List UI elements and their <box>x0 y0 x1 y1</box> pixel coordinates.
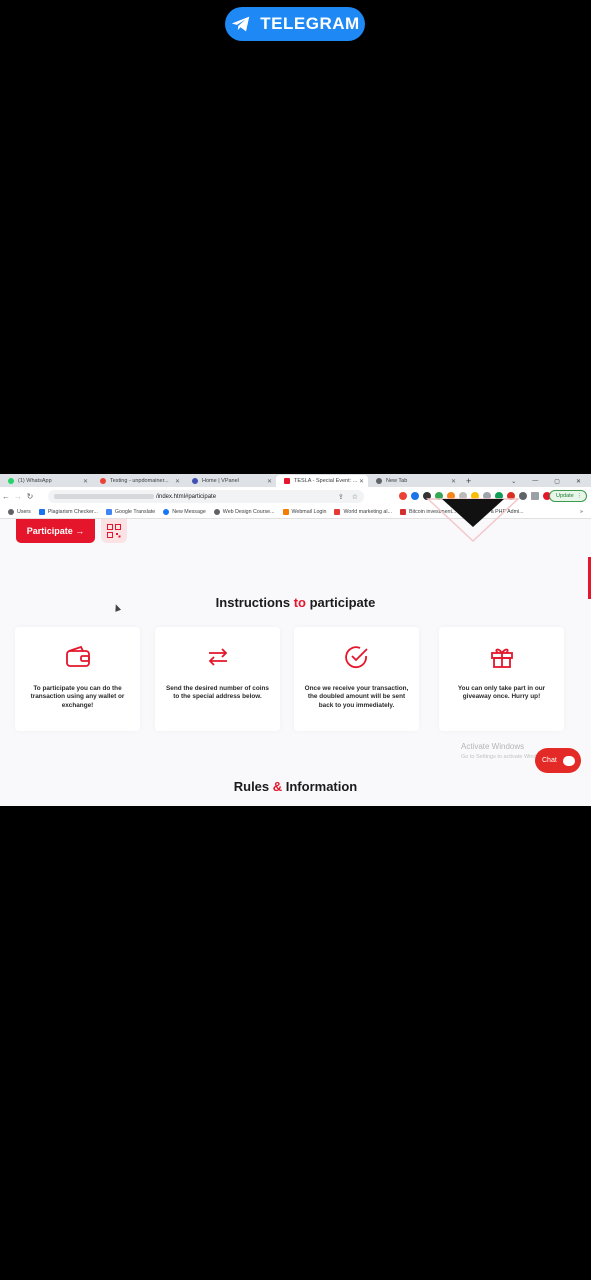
tab-whatsapp[interactable]: (1) WhatsApp ✕ <box>0 475 92 487</box>
tab-label: Home | VPanel <box>202 478 239 484</box>
bookmark-icon <box>8 509 14 515</box>
page-content: Participate → Instructions to participat… <box>0 498 591 806</box>
section-title: Instructions to participate <box>0 595 591 610</box>
bookmark-icon <box>163 509 170 515</box>
chat-bubble-icon <box>562 755 575 766</box>
instruction-card: Once we receive your transaction, the do… <box>294 627 419 731</box>
maximize-icon[interactable]: ▢ <box>554 478 560 485</box>
telegram-badge: TELEGRAM <box>225 7 365 41</box>
bookmark-item[interactable]: Users <box>8 509 31 515</box>
instruction-card: You can only take part in our giveaway o… <box>439 627 564 731</box>
star-icon[interactable]: ☆ <box>352 493 358 501</box>
forward-icon[interactable]: → <box>12 492 24 501</box>
card-text: You can only take part in our giveaway o… <box>457 685 546 701</box>
bookmark-label: World marketing al... <box>343 509 392 515</box>
bookmark-label: Webmail Login <box>291 509 327 515</box>
update-label: Update <box>556 493 574 499</box>
title-part: Information <box>282 779 358 794</box>
close-tab-icon[interactable]: ✕ <box>267 478 272 485</box>
back-icon[interactable]: ← <box>0 492 12 501</box>
bookmark-item[interactable]: New Message <box>163 509 206 515</box>
chat-label: Chat <box>542 757 557 764</box>
hero-graphic <box>426 498 520 543</box>
update-button[interactable]: Update ⋮ <box>549 490 587 502</box>
tab-vpanel[interactable]: Home | VPanel ✕ <box>184 475 276 487</box>
menu-dots-icon: ⋮ <box>576 493 583 499</box>
bookmark-label: Users <box>17 509 31 515</box>
rules-title: Rules & Information <box>0 779 591 794</box>
qr-code-icon <box>107 524 121 538</box>
instruction-card: Send the desired number of coins to the … <box>155 627 280 731</box>
bookmark-item[interactable]: Webmail Login <box>282 509 327 515</box>
bookmark-label: New Message <box>172 509 206 515</box>
tab-gmail[interactable]: Testing - unpdomainer... ✕ <box>92 475 184 487</box>
title-part: Rules <box>233 779 273 794</box>
instruction-cards: To participate you can do the transactio… <box>15 627 585 731</box>
instruction-card: To participate you can do the transactio… <box>15 627 140 731</box>
gift-icon <box>490 648 513 668</box>
windows-watermark-title: Activate Windows <box>461 742 525 751</box>
check-circle-icon <box>344 646 368 669</box>
title-accent: & <box>272 779 283 794</box>
minimize-icon[interactable]: — <box>532 478 538 484</box>
participate-button[interactable]: Participate → <box>16 519 95 543</box>
tab-label: New Tab <box>386 478 408 484</box>
telegram-icon <box>232 16 250 32</box>
telegram-label: TELEGRAM <box>260 14 360 33</box>
bookmark-icon <box>282 509 289 515</box>
chat-button[interactable]: Chat <box>535 748 581 773</box>
bookmark-label: Plagiarism Checker... <box>47 509 98 515</box>
close-window-icon[interactable]: ✕ <box>576 478 581 485</box>
bookmark-icon <box>105 509 112 515</box>
card-text: Send the desired number of coins to the … <box>166 685 269 701</box>
sidebar-icon[interactable] <box>531 492 539 500</box>
close-tab-icon[interactable]: ✕ <box>175 478 180 485</box>
gmail-icon <box>100 478 106 484</box>
title-accent: to <box>293 595 306 610</box>
bookmark-icon <box>399 509 406 515</box>
exchange-arrows-icon <box>208 648 227 666</box>
close-tab-icon[interactable]: ✕ <box>359 478 364 485</box>
title-part: Instructions <box>215 595 294 610</box>
title-part: participate <box>305 595 376 610</box>
tab-label: Testing - unpdomainer... <box>110 478 169 484</box>
share-icon[interactable]: ⇪ <box>338 493 344 501</box>
tab-tesla[interactable]: TESLA - Special Event: ... ✕ <box>276 475 368 487</box>
vpanel-icon <box>192 478 198 484</box>
bookmark-icon <box>213 509 220 515</box>
reload-icon[interactable]: ↻ <box>24 492 36 501</box>
bookmark-icon <box>38 509 45 515</box>
bookmark-label: Google Translate <box>114 509 156 515</box>
card-text: To participate you can do the transactio… <box>30 685 125 709</box>
close-tab-icon[interactable]: ✕ <box>83 478 88 485</box>
wallet-icon <box>65 645 90 667</box>
whatsapp-icon <box>8 478 14 484</box>
chrome-icon <box>376 478 382 484</box>
card-text: Once we receive your transaction, the do… <box>304 685 409 709</box>
bookmark-icon <box>334 509 341 515</box>
bookmark-item[interactable]: Plagiarism Checker... <box>38 509 98 515</box>
url-text: /index.html#participate <box>156 493 217 500</box>
bookmark-item[interactable]: Web Design Course... <box>213 509 275 515</box>
bookmark-item[interactable]: World marketing al... <box>334 509 392 515</box>
bookmark-item[interactable]: Google Translate <box>105 509 156 515</box>
address-bar[interactable]: /index.html#participate ⇪ ☆ <box>48 490 364 503</box>
blurred-domain <box>54 494 154 499</box>
extension-icon[interactable] <box>399 492 407 500</box>
browser-window: (1) WhatsApp ✕ Testing - unpdomainer... … <box>0 474 591 806</box>
more-bookmarks-icon[interactable]: » <box>580 509 591 515</box>
tesla-icon <box>284 478 290 484</box>
tab-label: (1) WhatsApp <box>18 478 52 484</box>
qr-code-button[interactable] <box>101 519 127 543</box>
tab-label: TESLA - Special Event: ... <box>294 478 358 484</box>
bookmark-label: Web Design Course... <box>222 509 275 515</box>
